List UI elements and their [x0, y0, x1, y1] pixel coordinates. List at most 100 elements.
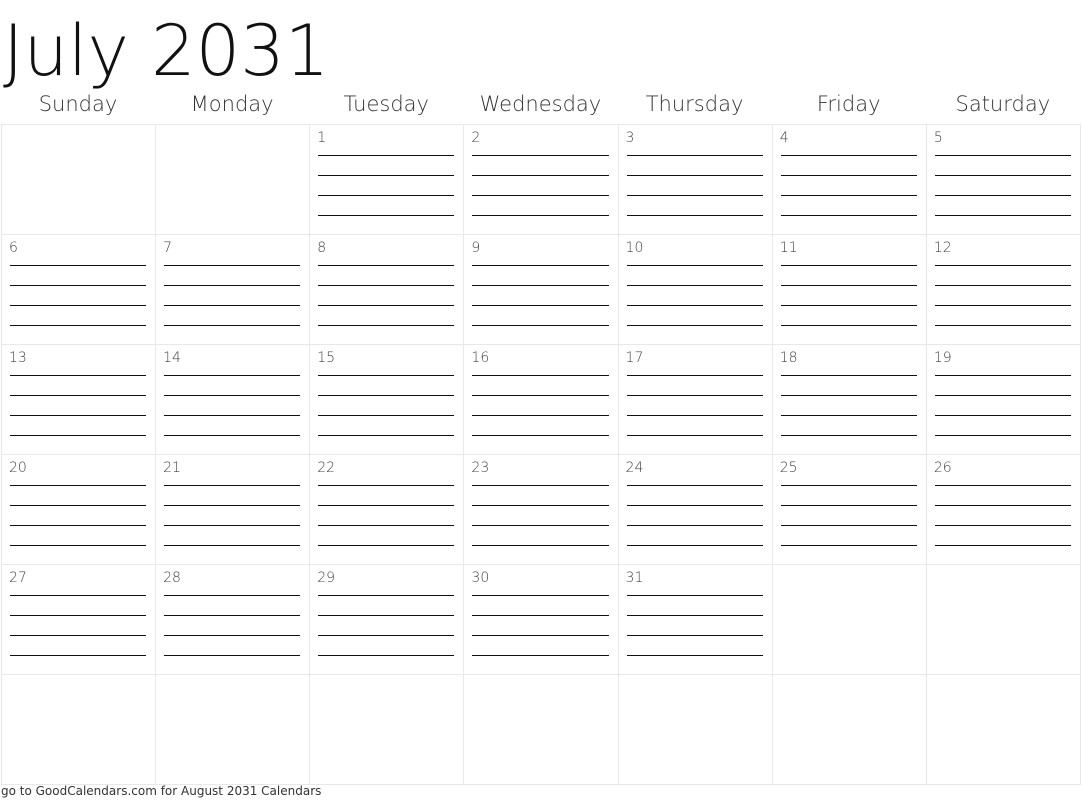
day-number: 18: [779, 350, 798, 366]
day-number: 19: [933, 350, 952, 366]
day-cell-9[interactable]: 9: [463, 234, 619, 345]
writing-line: [472, 525, 609, 526]
day-cell-14[interactable]: 14: [155, 344, 311, 455]
writing-line: [626, 215, 763, 216]
weekday-wednesday: Wednesday: [479, 92, 602, 116]
writing-line: [10, 305, 147, 306]
empty-cell: [925, 674, 1081, 785]
day-number: 12: [933, 240, 952, 256]
empty-cell: [309, 674, 465, 785]
writing-line: [318, 305, 455, 306]
day-cell-10[interactable]: 10: [617, 234, 773, 345]
day-cell-31[interactable]: 31: [617, 564, 773, 675]
writing-line: [626, 265, 763, 266]
day-number: 13: [9, 350, 27, 366]
writing-line: [472, 175, 609, 176]
day-cell-2[interactable]: 2: [463, 124, 619, 235]
day-cell-7[interactable]: 7: [155, 234, 311, 345]
writing-line: [164, 505, 301, 506]
day-cell-8[interactable]: 8: [309, 234, 465, 345]
day-cell-19[interactable]: 19: [925, 344, 1081, 455]
writing-line: [934, 175, 1071, 176]
day-cell-28[interactable]: 28: [155, 564, 311, 675]
writing-line: [164, 525, 301, 526]
writing-line: [780, 525, 917, 526]
writing-line: [934, 305, 1071, 306]
day-cell-16[interactable]: 16: [463, 344, 619, 455]
writing-line: [934, 545, 1071, 546]
day-number: 7: [163, 240, 173, 256]
writing-line: [472, 595, 609, 596]
day-cell-22[interactable]: 22: [309, 454, 465, 565]
day-cell-1[interactable]: 1: [309, 124, 465, 235]
day-cell-27[interactable]: 27: [1, 564, 157, 675]
empty-cell: [155, 124, 311, 235]
day-number: 9: [471, 240, 481, 256]
writing-line: [318, 215, 455, 216]
day-cell-5[interactable]: 5: [925, 124, 1081, 235]
writing-line: [10, 375, 147, 376]
day-cell-3[interactable]: 3: [617, 124, 773, 235]
writing-line: [626, 195, 763, 196]
writing-line: [626, 485, 763, 486]
writing-line: [472, 395, 609, 396]
writing-line: [10, 545, 147, 546]
day-number: 4: [779, 130, 789, 146]
empty-cell: [771, 564, 927, 675]
day-cell-4[interactable]: 4: [771, 124, 927, 235]
day-cell-30[interactable]: 30: [463, 564, 619, 675]
day-number: 31: [625, 570, 644, 586]
empty-cell: [617, 674, 773, 785]
day-number: 24: [625, 460, 644, 476]
writing-line: [164, 595, 301, 596]
writing-line: [780, 195, 917, 196]
writing-line: [164, 635, 301, 636]
writing-line: [780, 325, 917, 326]
day-number: 14: [163, 350, 181, 366]
day-cell-21[interactable]: 21: [155, 454, 311, 565]
writing-line: [780, 285, 917, 286]
writing-line: [626, 525, 763, 526]
writing-line: [472, 215, 609, 216]
empty-cell: [1, 124, 157, 235]
writing-line: [780, 265, 917, 266]
day-cell-26[interactable]: 26: [925, 454, 1081, 565]
day-cell-17[interactable]: 17: [617, 344, 773, 455]
writing-line: [626, 305, 763, 306]
day-cell-12[interactable]: 12: [925, 234, 1081, 345]
day-number: 17: [625, 350, 644, 366]
day-cell-11[interactable]: 11: [771, 234, 927, 345]
writing-line: [164, 305, 301, 306]
writing-line: [934, 265, 1071, 266]
day-number: 3: [625, 130, 635, 146]
writing-line: [318, 415, 455, 416]
weekday-thursday: Thursday: [645, 92, 744, 116]
writing-line: [780, 215, 917, 216]
weekday-sunday: Sunday: [38, 92, 118, 116]
writing-line: [780, 155, 917, 156]
writing-line: [318, 655, 455, 656]
day-cell-29[interactable]: 29: [309, 564, 465, 675]
writing-line: [318, 285, 455, 286]
writing-line: [10, 285, 147, 286]
writing-line: [626, 595, 763, 596]
footer-link[interactable]: go to GoodCalendars.com for August 2031 …: [1, 784, 321, 798]
day-cell-15[interactable]: 15: [309, 344, 465, 455]
day-cell-6[interactable]: 6: [1, 234, 157, 345]
writing-line: [934, 375, 1071, 376]
weekday-friday: Friday: [816, 92, 881, 116]
day-cell-20[interactable]: 20: [1, 454, 157, 565]
day-cell-23[interactable]: 23: [463, 454, 619, 565]
writing-line: [318, 175, 455, 176]
writing-line: [164, 395, 301, 396]
day-number: 15: [317, 350, 336, 366]
writing-line: [164, 485, 301, 486]
writing-line: [318, 635, 455, 636]
writing-line: [10, 595, 147, 596]
day-cell-13[interactable]: 13: [1, 344, 157, 455]
day-cell-18[interactable]: 18: [771, 344, 927, 455]
writing-line: [164, 415, 301, 416]
day-cell-24[interactable]: 24: [617, 454, 773, 565]
day-number: 11: [779, 240, 798, 256]
day-cell-25[interactable]: 25: [771, 454, 927, 565]
